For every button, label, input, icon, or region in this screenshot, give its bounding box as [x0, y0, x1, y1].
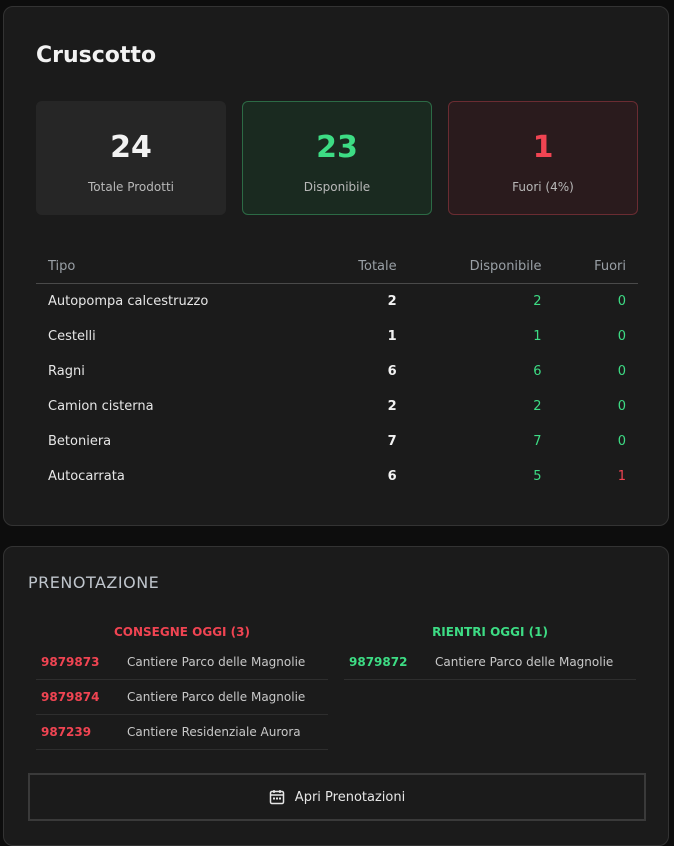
row-available: 7 [533, 434, 542, 449]
row-total: 6 [387, 469, 397, 484]
stat-total-products: 24 Totale Prodotti [36, 101, 226, 215]
open-bookings-label: Apri Prenotazioni [294, 789, 406, 805]
booking-code: 9879874 [41, 690, 100, 704]
row-out: 0 [617, 434, 626, 449]
row-type: Ragni [48, 364, 85, 379]
list-item[interactable]: 987239 Cantiere Residenziale Aurora [36, 715, 328, 750]
list-item[interactable]: 9879873 Cantiere Parco delle Magnolie [36, 645, 328, 680]
dashboard-panel: Cruscotto 24 Totale Prodotti 23 Disponib… [3, 6, 669, 526]
table-row: Cestelli 1 1 0 [36, 319, 638, 354]
open-bookings-button[interactable]: Apri Prenotazioni [28, 773, 646, 821]
returns-heading: RIENTRI OGGI (1) [432, 625, 548, 639]
stat-available-value: 23 [316, 130, 358, 165]
table-row: Autopompa calcestruzzo 2 2 0 [36, 284, 638, 320]
deliveries-heading: CONSEGNE OGGI (3) [113, 625, 251, 639]
header-totale: Totale [314, 249, 409, 284]
row-total: 6 [387, 364, 397, 379]
row-out: 0 [617, 364, 626, 379]
booking-site: Cantiere Parco delle Magnolie [435, 655, 614, 669]
row-total: 2 [387, 399, 397, 414]
row-total: 1 [387, 329, 397, 344]
row-available: 1 [533, 329, 542, 344]
stat-available: 23 Disponibile [242, 101, 432, 215]
stat-available-label: Disponibile [303, 180, 371, 194]
types-table: Tipo Totale Disponibile Fuori Autopompa … [36, 249, 638, 494]
row-available: 2 [533, 294, 542, 309]
booking-site: Cantiere Parco delle Magnolie [127, 655, 306, 669]
row-available: 5 [533, 469, 542, 484]
deliveries-today: CONSEGNE OGGI (3) 9879873 Cantiere Parco… [36, 623, 328, 750]
row-out: 0 [617, 294, 626, 309]
row-type: Camion cisterna [48, 399, 154, 414]
row-available: 6 [533, 364, 542, 379]
row-type: Betoniera [48, 434, 112, 449]
calendar-icon [269, 789, 285, 805]
row-type: Autocarrata [48, 469, 125, 484]
table-row: Ragni 6 6 0 [36, 354, 638, 389]
stat-out: 1 Fuori (4%) [448, 101, 638, 215]
list-item[interactable]: 9879872 Cantiere Parco delle Magnolie [344, 645, 636, 680]
prenotazione-panel: PRENOTAZIONE CONSEGNE OGGI (3) 9879873 C… [3, 546, 669, 846]
booking-code: 987239 [41, 725, 92, 739]
returns-today: RIENTRI OGGI (1) 9879872 Cantiere Parco … [344, 623, 636, 680]
booking-site: Cantiere Residenziale Aurora [127, 725, 301, 739]
header-tipo: Tipo [36, 249, 315, 284]
row-type: Cestelli [48, 329, 96, 344]
row-total: 2 [387, 294, 397, 309]
table-row: Autocarrata 6 5 1 [36, 459, 638, 494]
stat-out-value: 1 [532, 130, 554, 165]
booking-site: Cantiere Parco delle Magnolie [127, 690, 306, 704]
booking-code: 9879872 [349, 655, 408, 669]
stat-out-label: Fuori (4%) [512, 180, 574, 194]
types-table-header: Tipo Totale Disponibile Fuori [36, 249, 638, 284]
booking-code: 9879873 [41, 655, 100, 669]
header-disponibile: Disponibile [408, 249, 554, 284]
prenotazione-title: PRENOTAZIONE [28, 573, 160, 592]
row-out: 0 [617, 329, 626, 344]
row-out: 1 [617, 469, 626, 484]
table-row: Betoniera 7 7 0 [36, 424, 638, 459]
row-total: 7 [387, 434, 397, 449]
header-fuori: Fuori [553, 249, 638, 284]
stat-total-label: Totale Prodotti [88, 180, 174, 194]
list-item[interactable]: 9879874 Cantiere Parco delle Magnolie [36, 680, 328, 715]
row-available: 2 [533, 399, 542, 414]
table-row: Camion cisterna 2 2 0 [36, 389, 638, 424]
stat-total-value: 24 [110, 130, 152, 165]
row-type: Autopompa calcestruzzo [48, 294, 209, 309]
dashboard-title: Cruscotto [36, 43, 157, 68]
row-out: 0 [617, 399, 626, 414]
